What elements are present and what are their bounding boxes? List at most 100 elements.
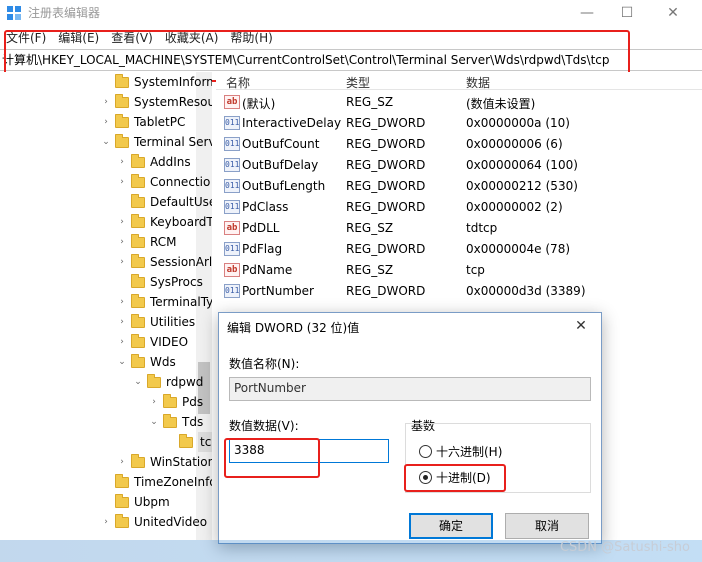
tree-item-label: AddIns [150, 155, 191, 169]
tree-expander-icon[interactable]: › [100, 112, 112, 132]
folder-icon [163, 413, 177, 428]
tree-item[interactable]: › TabletPC [100, 112, 185, 132]
tree-item[interactable]: SystemInforma [100, 72, 212, 92]
tree-expander-icon[interactable] [100, 492, 112, 512]
tree-item[interactable]: tc [164, 432, 212, 452]
tree-item[interactable]: SysProcs [116, 272, 203, 292]
tree-expander-icon[interactable] [116, 192, 128, 212]
folder-icon [115, 473, 129, 488]
value-row[interactable]: 011 PortNumber REG_DWORD 0x00000d3d (3389) [216, 281, 702, 302]
tree-item[interactable]: › Utilities [116, 312, 195, 332]
tree-item-label: RCM [150, 235, 177, 249]
column-data[interactable]: 数据 [466, 74, 490, 91]
value-name-label: 数值名称(N): [229, 357, 300, 371]
tree-expander-icon[interactable]: › [116, 332, 128, 352]
value-data-input[interactable]: 3388 [229, 439, 389, 463]
tree-expander-icon[interactable]: › [100, 512, 112, 532]
radio-hexadecimal[interactable]: 十六进制(H) [419, 443, 502, 460]
string-value-icon: ab [224, 263, 240, 277]
column-name[interactable]: 名称 [226, 74, 250, 91]
maximize-button[interactable]: ☐ [604, 0, 650, 26]
value-row[interactable]: 011 PdClass REG_DWORD 0x00000002 (2) [216, 197, 702, 218]
value-data: 0x0000004e (78) [466, 242, 571, 256]
menu-edit[interactable]: 编辑(E) [52, 28, 105, 48]
menu-help[interactable]: 帮助(H) [224, 28, 278, 48]
tree-expander-icon[interactable]: ⌄ [132, 372, 144, 392]
tree-expander-icon[interactable]: › [116, 152, 128, 172]
folder-icon [131, 353, 145, 368]
tree-expander-icon[interactable]: ⌄ [116, 352, 128, 372]
tree-expander-icon[interactable]: › [116, 312, 128, 332]
tree-expander-icon[interactable]: › [116, 452, 128, 472]
value-data-label: 数值数据(V): [229, 419, 299, 433]
dialog-close-button[interactable]: ✕ [569, 315, 593, 337]
close-button[interactable]: ✕ [650, 0, 696, 26]
tree-item[interactable]: › RCM [116, 232, 176, 252]
tree-item[interactable]: › VIDEO [116, 332, 188, 352]
tree-item[interactable]: ⌄ Terminal Serv [100, 132, 212, 152]
tree-item[interactable]: ⌄ rdpwd [132, 372, 203, 392]
tree-item[interactable]: ⌄ Tds [148, 412, 203, 432]
tree-item[interactable]: › Pds [148, 392, 203, 412]
tree-expander-icon[interactable]: › [116, 212, 128, 232]
address-bar[interactable]: 计算机\HKEY_LOCAL_MACHINE\SYSTEM\CurrentCon… [0, 49, 702, 71]
value-type: REG_DWORD [346, 200, 426, 214]
tree-expander-icon[interactable] [116, 272, 128, 292]
tree-item[interactable]: › KeyboardT [116, 212, 212, 232]
ok-button[interactable]: 确定 [409, 513, 493, 539]
tree-item[interactable]: DefaultUse [116, 192, 212, 212]
value-row[interactable]: 011 OutBufCount REG_DWORD 0x00000006 (6) [216, 134, 702, 155]
tree-item[interactable]: › AddIns [116, 152, 191, 172]
tree-item-label: Utilities [150, 315, 196, 329]
value-row[interactable]: 011 PdFlag REG_DWORD 0x0000004e (78) [216, 239, 702, 260]
value-name: OutBufDelay [242, 158, 319, 172]
folder-icon [131, 213, 145, 228]
binary-value-icon: 011 [224, 284, 240, 298]
tree-expander-icon[interactable]: › [116, 292, 128, 312]
column-type[interactable]: 类型 [346, 74, 370, 91]
tree-expander-icon[interactable]: ⌄ [148, 412, 160, 432]
tree-expander-icon[interactable]: › [116, 172, 128, 192]
value-row[interactable]: 011 InteractiveDelay REG_DWORD 0x0000000a (… [216, 113, 702, 134]
tree-item[interactable]: › Connectio [116, 172, 210, 192]
tree-item[interactable]: TimeZoneInfor [100, 472, 212, 492]
menu-file[interactable]: 文件(F) [0, 28, 52, 48]
value-data: tdtcp [466, 221, 498, 235]
tree-expander-icon[interactable]: › [148, 392, 160, 412]
value-row[interactable]: 011 OutBufDelay REG_DWORD 0x00000064 (100) [216, 155, 702, 176]
tree-expander-icon[interactable] [100, 472, 112, 492]
menu-favorites[interactable]: 收藏夹(A) [159, 28, 225, 48]
binary-value-icon: 011 [224, 137, 240, 151]
tree-expander-icon[interactable]: › [116, 232, 128, 252]
value-row[interactable]: ab PdDLL REG_SZ tdtcp [216, 218, 702, 239]
value-row[interactable]: ab (默认) REG_SZ (数值未设置) [216, 92, 702, 113]
folder-icon [131, 333, 145, 348]
tree-item-label: KeyboardT [150, 215, 212, 229]
value-row[interactable]: 011 OutBufLength REG_DWORD 0x00000212 (530) [216, 176, 702, 197]
tree-expander-icon[interactable] [164, 432, 176, 452]
tree-expander-icon[interactable]: ⌄ [100, 132, 112, 152]
tree-item-label: SessionArl [150, 255, 212, 269]
tree-item[interactable]: › SessionArl [116, 252, 212, 272]
radio-decimal[interactable]: 十进制(D) [419, 469, 491, 486]
radio-hex-circle[interactable] [419, 445, 432, 458]
folder-icon [131, 313, 145, 328]
tree-item[interactable]: ⌄ Wds [116, 352, 176, 372]
tree-item[interactable]: › SystemResour [100, 92, 212, 112]
folder-icon [131, 233, 145, 248]
value-data: (数值未设置) [466, 97, 536, 111]
value-row[interactable]: ab PdName REG_SZ tcp [216, 260, 702, 281]
tree-expander-icon[interactable]: › [100, 92, 112, 112]
cancel-button[interactable]: 取消 [505, 513, 589, 539]
tree-item[interactable]: › TerminalTy [116, 292, 212, 312]
folder-icon [131, 293, 145, 308]
tree-item[interactable]: Ubpm [100, 492, 170, 512]
tree-expander-icon[interactable] [100, 72, 112, 92]
menu-view[interactable]: 查看(V) [105, 28, 159, 48]
radio-dec-circle[interactable] [419, 471, 432, 484]
tree-item[interactable]: › UnitedVideo [100, 512, 207, 532]
tree-expander-icon[interactable]: › [116, 252, 128, 272]
value-type: REG_DWORD [346, 137, 426, 151]
tree-item[interactable]: › WinStation [116, 452, 212, 472]
address-path[interactable]: 计算机\HKEY_LOCAL_MACHINE\SYSTEM\CurrentCon… [2, 52, 610, 68]
